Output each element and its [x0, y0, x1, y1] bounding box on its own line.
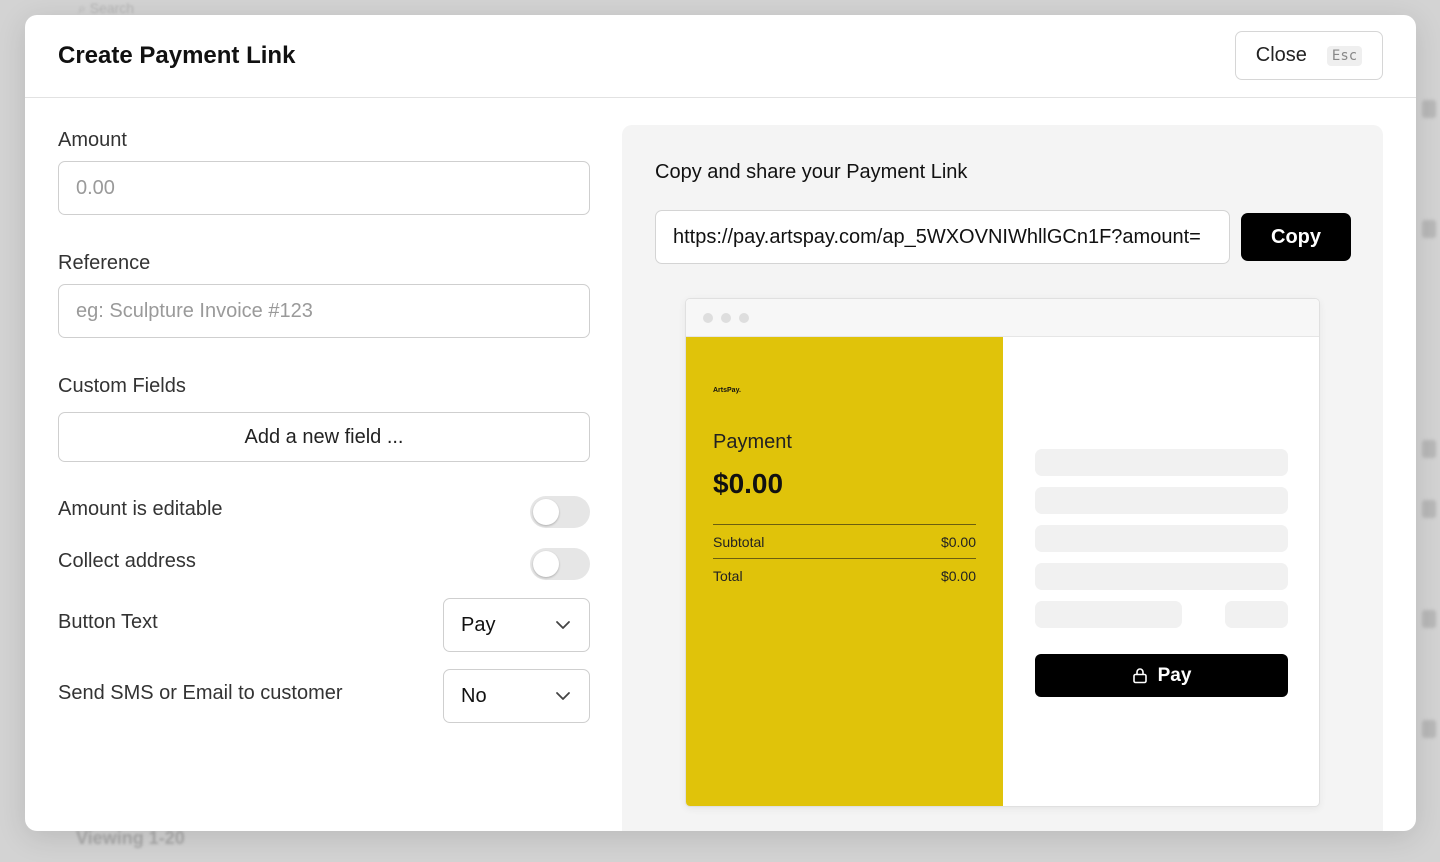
button-text-label: Button Text: [58, 611, 158, 633]
modal-title: Create Payment Link: [58, 42, 296, 69]
skeleton-field: [1035, 449, 1288, 476]
create-payment-link-modal: Create Payment Link Close Esc Amount 0.0…: [25, 15, 1416, 831]
esc-shortcut-badge: Esc: [1326, 45, 1363, 66]
payment-summary-panel: ArtsPay. Payment $0.00 Subtotal $0.00 To…: [686, 337, 1003, 806]
window-dot-icon: [739, 313, 749, 323]
subtotal-row: Subtotal $0.00: [713, 534, 976, 550]
share-title: Copy and share your Payment Link: [655, 161, 968, 183]
skeleton-field: [1035, 563, 1288, 590]
toggle-knob: [533, 551, 559, 577]
skeleton-field: [1035, 487, 1288, 514]
window-dot-icon: [721, 313, 731, 323]
add-field-button[interactable]: Add a new field ...: [58, 412, 590, 462]
copy-button[interactable]: Copy: [1241, 213, 1351, 261]
skeleton-field: [1035, 525, 1288, 552]
send-sms-email-label: Send SMS or Email to customer: [58, 682, 343, 704]
amount-label: Amount: [58, 129, 127, 151]
skeleton-field: [1225, 601, 1288, 628]
preview-pay-button-label: Pay: [1157, 664, 1192, 686]
button-text-select-value: Pay: [461, 613, 496, 636]
lock-icon: [1132, 668, 1147, 684]
skeleton-field: [1035, 601, 1182, 628]
total-label: Total: [713, 568, 743, 584]
amount-input[interactable]: 0.00: [58, 161, 590, 215]
chevron-down-icon: [556, 692, 570, 700]
total-row: Total $0.00: [713, 568, 976, 584]
share-panel: Copy and share your Payment Link https:/…: [622, 125, 1383, 831]
background-search: ⌕ Search: [78, 0, 135, 16]
subtotal-value: $0.00: [940, 534, 976, 550]
subtotal-label: Subtotal: [713, 534, 765, 550]
background-viewing-text: Viewing 1-20: [76, 828, 185, 848]
amount-editable-toggle[interactable]: [530, 496, 590, 528]
background-right-edge: [1416, 90, 1440, 790]
close-button[interactable]: Close Esc: [1235, 31, 1383, 80]
divider: [713, 558, 976, 559]
send-sms-email-select[interactable]: No: [443, 669, 590, 723]
toggle-knob: [533, 499, 559, 525]
background-search-placeholder: Search: [89, 0, 135, 16]
amount-editable-label: Amount is editable: [58, 498, 223, 520]
chevron-down-icon: [556, 621, 570, 629]
reference-label: Reference: [58, 252, 151, 274]
payment-link-url-input[interactable]: https://pay.artspay.com/ap_5WXOVNIWhllGC…: [655, 210, 1230, 264]
preview-pay-button[interactable]: Pay: [1035, 654, 1288, 697]
payment-page-preview: ArtsPay. Payment $0.00 Subtotal $0.00 To…: [685, 298, 1320, 807]
artspay-logo: ArtsPay.: [713, 387, 741, 394]
modal-header: Create Payment Link Close Esc: [25, 15, 1416, 98]
collect-address-label: Collect address: [58, 550, 196, 572]
window-dot-icon: [703, 313, 713, 323]
collect-address-toggle[interactable]: [530, 548, 590, 580]
close-button-label: Close: [1255, 44, 1307, 66]
button-text-select[interactable]: Pay: [443, 598, 590, 652]
divider: [713, 524, 976, 525]
browser-bar: [686, 299, 1319, 337]
reference-input[interactable]: eg: Sculpture Invoice #123: [58, 284, 590, 338]
send-sms-email-select-value: No: [461, 684, 487, 707]
payment-amount: $0.00: [713, 468, 784, 499]
total-value: $0.00: [940, 568, 976, 584]
payment-heading: Payment: [713, 431, 792, 453]
custom-fields-label: Custom Fields: [58, 375, 186, 397]
